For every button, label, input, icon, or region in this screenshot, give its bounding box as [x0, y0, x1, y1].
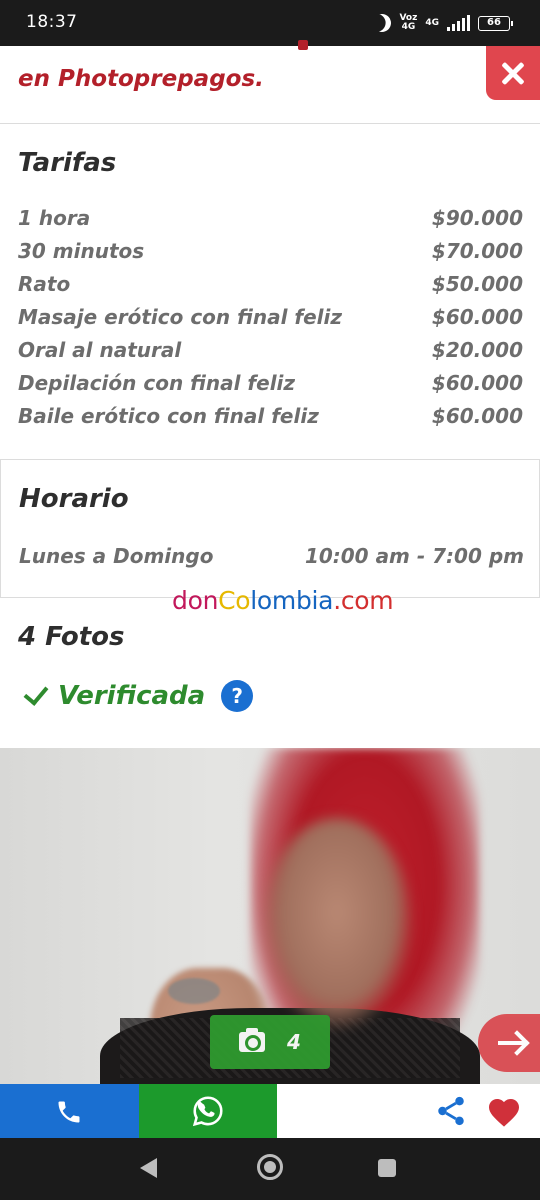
- watermark-part-com: .com: [333, 586, 394, 615]
- signal-icon: [447, 15, 470, 31]
- help-icon[interactable]: ?: [221, 680, 254, 712]
- photo-blurred-face: [262, 818, 412, 1028]
- rate-row: 1 hora $90.000: [18, 206, 523, 239]
- header-subtitle: en Photoprepagos.: [18, 66, 264, 92]
- do-not-disturb-icon: [371, 11, 394, 34]
- rate-price: $60.000: [431, 371, 523, 395]
- network-4g-signal-label: 4G: [425, 17, 439, 28]
- watermark-part-lombia: lombia: [250, 586, 334, 615]
- status-bar: 18:37 Voz 4G 4G 66: [0, 0, 540, 46]
- next-photo-button[interactable]: [478, 1014, 540, 1072]
- rate-row: Depilación con final feliz $60.000: [18, 371, 523, 404]
- rate-row: Rato $50.000: [18, 272, 523, 305]
- back-icon[interactable]: [140, 1158, 157, 1178]
- arrow-right-icon: [498, 1041, 524, 1045]
- status-icons: Voz 4G 4G 66: [371, 11, 513, 35]
- recents-icon[interactable]: [378, 1159, 396, 1177]
- cut-off-text-fragment: [298, 40, 308, 50]
- share-icon[interactable]: [434, 1094, 468, 1128]
- battery-icon: 66: [478, 15, 513, 31]
- schedule-section: Horario Lunes a Domingo 10:00 am - 7:00 …: [0, 460, 540, 598]
- rate-label: Oral al natural: [18, 338, 182, 362]
- schedule-hours: 10:00 am - 7:00 pm: [304, 544, 524, 568]
- network-label: Voz 4G: [399, 14, 417, 32]
- home-icon[interactable]: [257, 1154, 283, 1180]
- rate-label: Depilación con final feliz: [18, 371, 296, 395]
- verified-badge: Verificada ?: [18, 680, 254, 712]
- rate-label: Masaje erótico con final feliz: [18, 305, 343, 329]
- rate-row: Baile erótico con final feliz $60.000: [18, 404, 523, 437]
- watermark-part-co: Co: [218, 586, 251, 615]
- verified-label: Verificada: [58, 681, 206, 711]
- photo-count: 4: [287, 1030, 301, 1054]
- rate-price: $60.000: [431, 305, 523, 329]
- photo-tattoo-area: [168, 978, 220, 1004]
- action-bar: [0, 1084, 540, 1138]
- rates-title: Tarifas: [18, 148, 117, 178]
- photos-title: 4 Fotos: [18, 622, 125, 652]
- network-4g: 4G: [401, 22, 416, 32]
- phone-icon: [58, 1101, 80, 1123]
- whatsapp-button[interactable]: [139, 1084, 277, 1138]
- rate-row: Masaje erótico con final feliz $60.000: [18, 305, 523, 338]
- schedule-days: Lunes a Domingo: [19, 544, 214, 568]
- photo-count-button[interactable]: 4: [210, 1015, 330, 1069]
- camera-icon: [239, 1028, 266, 1052]
- rate-price: $60.000: [431, 404, 523, 428]
- call-button[interactable]: [0, 1084, 139, 1138]
- schedule-title: Horario: [19, 484, 129, 514]
- status-time: 18:37: [26, 12, 78, 32]
- rate-price: $90.000: [431, 206, 523, 230]
- rates-list: 1 hora $90.000 30 minutos $70.000 Rato $50.00…: [18, 206, 523, 437]
- checkmark-icon: [18, 681, 48, 711]
- rate-row: 30 minutos $70.000: [18, 239, 523, 272]
- rate-label: 30 minutos: [18, 239, 145, 263]
- rate-label: Baile erótico con final feliz: [18, 404, 319, 428]
- rate-label: 1 hora: [18, 206, 91, 230]
- schedule-row: Lunes a Domingo 10:00 am - 7:00 pm: [19, 544, 524, 568]
- close-button[interactable]: [486, 46, 540, 100]
- rate-price: $50.000: [431, 272, 523, 296]
- heart-icon[interactable]: [486, 1094, 522, 1128]
- rates-section: Tarifas 1 hora $90.000 30 minutos $70.000 Ra…: [0, 124, 540, 460]
- watermark-part-don: don: [172, 586, 219, 615]
- rate-price: $70.000: [431, 239, 523, 263]
- rate-price: $20.000: [431, 338, 523, 362]
- watermark-logo: donColombia.com: [172, 586, 394, 615]
- system-navigation-bar: [0, 1138, 540, 1200]
- rate-label: Rato: [18, 272, 71, 296]
- rate-row: Oral al natural $20.000: [18, 338, 523, 371]
- profile-header-section: en Photoprepagos.: [0, 40, 540, 124]
- whatsapp-icon: [192, 1096, 223, 1127]
